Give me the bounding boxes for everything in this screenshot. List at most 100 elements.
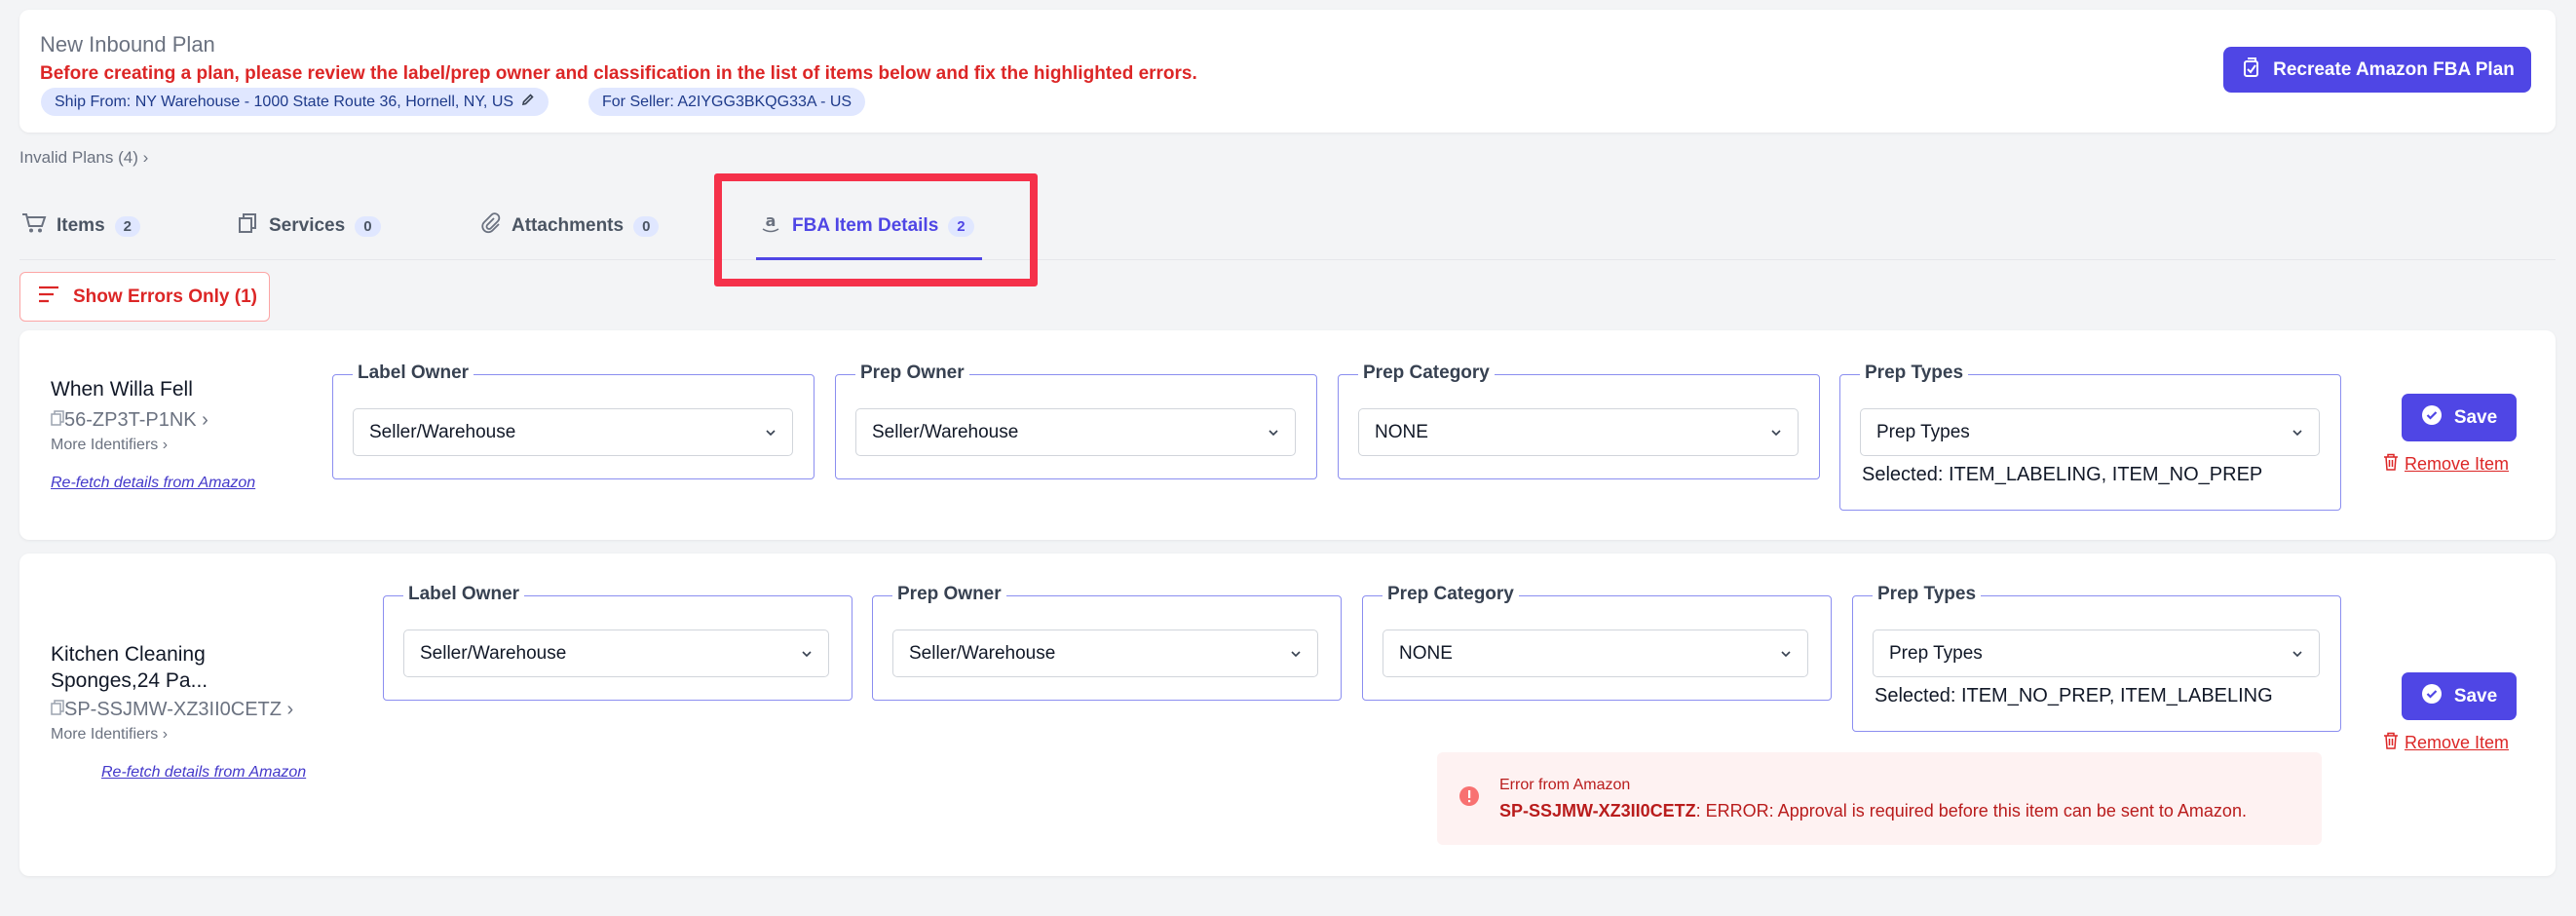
- save-button[interactable]: Save: [2402, 394, 2517, 441]
- refetch-link[interactable]: Re-fetch details from Amazon: [51, 475, 255, 492]
- prep-category-legend: Prep Category: [1358, 363, 1495, 384]
- recreate-label: Recreate Amazon FBA Plan: [2273, 58, 2515, 80]
- error-title: Error from Amazon: [1499, 777, 1631, 793]
- item-sku[interactable]: 56-ZP3T-P1NK ›: [51, 409, 208, 432]
- label-owner-value: Seller/Warehouse: [369, 421, 516, 442]
- label-owner-legend: Label Owner: [403, 584, 525, 605]
- save-label: Save: [2453, 406, 2498, 428]
- tab-attachments-label: Attachments: [511, 215, 625, 236]
- label-owner-select[interactable]: Seller/Warehouse: [353, 408, 793, 456]
- error-circle-icon: [1459, 786, 1479, 806]
- tab-attachments[interactable]: Attachments 0: [480, 211, 660, 241]
- check-circle-icon: [2421, 683, 2443, 710]
- prep-owner-field: Prep Owner Seller/Warehouse: [835, 363, 1317, 479]
- cart-icon: [21, 212, 47, 240]
- tab-services[interactable]: Services 0: [238, 211, 381, 241]
- chevron-right-icon: ›: [196, 409, 208, 431]
- prep-category-field: Prep Category NONE: [1338, 363, 1820, 479]
- chevron-down-icon: [802, 650, 812, 657]
- prep-types-placeholder: Prep Types: [1876, 421, 1970, 442]
- refetch-link[interactable]: Re-fetch details from Amazon: [101, 764, 306, 782]
- prep-category-select[interactable]: NONE: [1383, 630, 1808, 677]
- remove-item-link[interactable]: Remove Item: [2383, 453, 2509, 476]
- copy-icon[interactable]: [51, 699, 64, 720]
- chevron-down-icon: [2292, 429, 2302, 436]
- prep-types-selected: Selected: ITEM_LABELING, ITEM_NO_PREP: [1862, 464, 2263, 485]
- ship-from-chip[interactable]: Ship From: NY Warehouse - 1000 State Rou…: [41, 88, 549, 116]
- prep-types-field: Prep Types Prep Types Selected: ITEM_NO_…: [1852, 584, 2341, 732]
- amazon-error-alert: Error from Amazon SP-SSJMW-XZ3II0CETZ: E…: [1437, 752, 2322, 845]
- save-button[interactable]: Save: [2402, 672, 2517, 720]
- tab-items[interactable]: Items 2: [21, 211, 140, 241]
- filter-lines-icon: [38, 286, 59, 309]
- prep-owner-value: Seller/Warehouse: [872, 421, 1019, 442]
- chevron-down-icon: [1771, 429, 1781, 436]
- item-sku[interactable]: SP-SSJMW-XZ3II0CETZ ›: [51, 699, 293, 721]
- recreate-plan-button[interactable]: Recreate Amazon FBA Plan: [2223, 47, 2531, 93]
- plan-header-card: New Inbound Plan Before creating a plan,…: [19, 10, 2556, 133]
- chevron-down-icon: [2292, 650, 2302, 657]
- remove-item-link[interactable]: Remove Item: [2383, 732, 2509, 754]
- chevron-right-icon: ›: [282, 699, 294, 720]
- prep-category-field: Prep Category NONE: [1362, 584, 1832, 701]
- more-identifiers-label: More Identifiers: [51, 437, 159, 453]
- tab-items-label: Items: [57, 215, 105, 236]
- prep-types-selected: Selected: ITEM_NO_PREP, ITEM_LABELING: [1875, 685, 2273, 706]
- prep-owner-field: Prep Owner Seller/Warehouse: [872, 584, 1342, 701]
- show-errors-label: Show Errors Only (1): [73, 286, 257, 307]
- prep-types-select[interactable]: Prep Types: [1860, 408, 2320, 456]
- check-circle-icon: [2421, 404, 2443, 432]
- more-identifiers-link[interactable]: More Identifiers ›: [51, 726, 168, 744]
- prep-types-select[interactable]: Prep Types: [1873, 630, 2320, 677]
- prep-category-select[interactable]: NONE: [1358, 408, 1799, 456]
- seller-chip: For Seller: A2IYGG3BKQG33A - US: [588, 88, 866, 116]
- label-owner-field: Label Owner Seller/Warehouse: [332, 363, 814, 479]
- prep-types-field: Prep Types Prep Types Selected: ITEM_LAB…: [1839, 363, 2341, 511]
- tab-services-count: 0: [355, 215, 381, 237]
- page-title: New Inbound Plan: [40, 32, 215, 57]
- error-sku: SP-SSJMW-XZ3II0CETZ: [1499, 801, 1696, 821]
- tab-items-count: 2: [114, 215, 140, 237]
- prep-category-value: NONE: [1399, 642, 1453, 664]
- label-owner-field: Label Owner Seller/Warehouse: [383, 584, 852, 701]
- invalid-plans-label: Invalid Plans (4): [19, 148, 138, 167]
- prep-category-legend: Prep Category: [1383, 584, 1519, 605]
- recreate-icon: [2240, 57, 2261, 84]
- trash-icon: [2383, 732, 2399, 754]
- more-identifiers-link[interactable]: More Identifiers ›: [51, 437, 168, 454]
- pencil-icon[interactable]: [521, 88, 535, 116]
- prep-owner-select[interactable]: Seller/Warehouse: [892, 630, 1318, 677]
- more-identifiers-label: More Identifiers: [51, 726, 159, 743]
- copy-icon[interactable]: [51, 409, 64, 431]
- ship-from-label: Ship From: NY Warehouse - 1000 State Rou…: [55, 94, 514, 110]
- chevron-down-icon: [1781, 650, 1791, 657]
- error-text: : ERROR: Approval is required before thi…: [1695, 801, 2247, 821]
- chevron-down-icon: [1269, 429, 1278, 436]
- item-card-1: When Willa Fell 56-ZP3T-P1NK › More Iden…: [19, 330, 2556, 540]
- seller-label: For Seller: A2IYGG3BKQG33A - US: [602, 94, 852, 110]
- item-name: Kitchen Cleaning: [51, 643, 206, 666]
- show-errors-only-button[interactable]: Show Errors Only (1): [19, 272, 270, 322]
- label-owner-select[interactable]: Seller/Warehouse: [403, 630, 829, 677]
- prep-types-legend: Prep Types: [1873, 584, 1982, 605]
- paperclip-icon: [480, 212, 502, 240]
- save-label: Save: [2453, 685, 2498, 706]
- prep-category-value: NONE: [1375, 421, 1428, 442]
- prep-owner-legend: Prep Owner: [855, 363, 969, 384]
- remove-item-label: Remove Item: [2405, 733, 2510, 752]
- prep-owner-select[interactable]: Seller/Warehouse: [855, 408, 1296, 456]
- chevron-down-icon: [1291, 650, 1301, 657]
- trash-icon: [2383, 453, 2399, 476]
- chevron-right-icon: ›: [142, 148, 149, 167]
- error-message: SP-SSJMW-XZ3II0CETZ: ERROR: Approval is …: [1499, 801, 2247, 821]
- remove-item-label: Remove Item: [2405, 454, 2510, 474]
- tab-services-label: Services: [269, 215, 346, 236]
- item-sku-value: 56-ZP3T-P1NK: [64, 409, 197, 431]
- invalid-plans-link[interactable]: Invalid Plans (4) ›: [19, 148, 148, 168]
- prep-types-placeholder: Prep Types: [1889, 642, 1983, 664]
- highlight-annotation: [714, 173, 1038, 286]
- label-owner-value: Seller/Warehouse: [420, 642, 567, 664]
- tabs-divider: [19, 259, 2556, 260]
- item-name-cont: Sponges,24 Pa...: [51, 669, 208, 692]
- label-owner-legend: Label Owner: [353, 363, 474, 384]
